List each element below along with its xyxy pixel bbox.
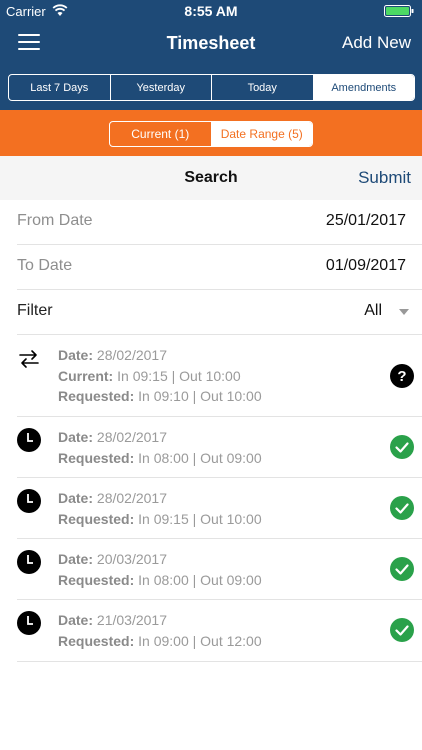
tab-today[interactable]: Today bbox=[212, 75, 314, 100]
status-bar: Carrier 8:55 AM bbox=[0, 0, 422, 22]
tab-yesterday[interactable]: Yesterday bbox=[111, 75, 212, 100]
item-details: Date: 28/02/2017 Requested: In 09:15 | O… bbox=[58, 488, 262, 529]
tab-amendments[interactable]: Amendments bbox=[313, 75, 414, 100]
to-date-value: 01/09/2017 bbox=[325, 257, 406, 274]
check-circle-icon bbox=[390, 618, 414, 642]
list-item[interactable]: Date: 21/03/2017 Requested: In 09:00 | O… bbox=[17, 600, 422, 662]
tab-last-7-days[interactable]: Last 7 Days bbox=[9, 75, 111, 100]
tab-bar: Last 7 Days Yesterday Today Amendments bbox=[8, 74, 415, 101]
check-circle-icon bbox=[390, 435, 414, 459]
filter-select[interactable]: Filter All bbox=[17, 290, 422, 335]
check-circle-icon bbox=[390, 496, 414, 520]
requested-label: Requested: bbox=[58, 571, 135, 588]
requested-label: Requested: bbox=[58, 632, 135, 649]
to-date-field[interactable]: To Date 01/09/2017 bbox=[17, 245, 422, 290]
swap-arrows-icon bbox=[19, 350, 39, 368]
requested-label: Requested: bbox=[58, 388, 135, 404]
item-details: Date: 28/02/2017 Requested: In 08:00 | O… bbox=[58, 427, 262, 468]
item-date: 28/02/2017 bbox=[93, 347, 167, 363]
item-date: 28/02/2017 bbox=[93, 490, 167, 506]
item-requested: In 09:15 | Out 10:00 bbox=[134, 510, 262, 527]
item-date: 21/03/2017 bbox=[93, 612, 167, 628]
clock-time: 8:55 AM bbox=[184, 3, 238, 19]
from-date-value: 25/01/2017 bbox=[325, 212, 406, 229]
date-label: Date: bbox=[58, 347, 94, 363]
question-icon: ? bbox=[390, 364, 414, 388]
requested-label: Requested: bbox=[58, 449, 135, 466]
item-current: In 09:15 | Out 10:00 bbox=[113, 367, 241, 384]
item-requested: In 09:00 | Out 12:00 bbox=[134, 632, 262, 649]
to-date-label: To Date bbox=[17, 257, 73, 274]
submit-button[interactable]: Submit bbox=[358, 168, 411, 188]
tab-bar-container: Last 7 Days Yesterday Today Amendments bbox=[0, 66, 422, 110]
requested-label: Requested: bbox=[58, 510, 135, 527]
from-date-label: From Date bbox=[17, 212, 93, 229]
add-new-button[interactable]: Add New bbox=[342, 33, 411, 53]
battery-icon bbox=[384, 5, 414, 17]
clock-icon bbox=[17, 611, 41, 635]
item-requested: In 09:10 | Out 10:00 bbox=[134, 388, 262, 404]
item-details: Date: 28/02/2017 Current: In 09:15 | Out… bbox=[58, 345, 262, 407]
filter-label: Filter bbox=[17, 302, 53, 319]
from-date-field[interactable]: From Date 25/01/2017 bbox=[17, 200, 422, 245]
amendment-filter-bar: Current (1) Date Range (5) bbox=[0, 110, 422, 156]
search-header: Search Submit bbox=[0, 156, 422, 200]
list-item[interactable]: Date: 20/03/2017 Requested: In 08:00 | O… bbox=[17, 539, 422, 600]
item-requested: In 08:00 | Out 09:00 bbox=[134, 571, 262, 588]
dropdown-caret-icon bbox=[399, 309, 409, 315]
segmented-control: Current (1) Date Range (5) bbox=[109, 121, 313, 147]
item-details: Date: 20/03/2017 Requested: In 08:00 | O… bbox=[58, 549, 262, 590]
check-circle-icon bbox=[390, 557, 414, 581]
clock-icon bbox=[17, 489, 41, 513]
item-requested: In 08:00 | Out 09:00 bbox=[134, 449, 262, 466]
item-date: 20/03/2017 bbox=[93, 551, 167, 567]
date-label: Date: bbox=[58, 429, 94, 445]
filter-value: All bbox=[364, 302, 382, 319]
clock-icon bbox=[17, 550, 41, 574]
date-label: Date: bbox=[58, 612, 94, 628]
current-label: Current: bbox=[58, 367, 114, 384]
item-details: Date: 21/03/2017 Requested: In 09:00 | O… bbox=[58, 610, 262, 651]
clock-icon bbox=[17, 428, 41, 452]
list-item[interactable]: Date: 28/02/2017 Requested: In 08:00 | O… bbox=[17, 417, 422, 478]
nav-bar: Timesheet Add New bbox=[0, 22, 422, 66]
list-item[interactable]: Date: 28/02/2017 Requested: In 09:15 | O… bbox=[17, 478, 422, 539]
item-date: 28/02/2017 bbox=[93, 429, 167, 445]
segment-current[interactable]: Current (1) bbox=[110, 122, 212, 146]
svg-text:?: ? bbox=[397, 368, 406, 385]
date-label: Date: bbox=[58, 551, 94, 567]
list-item[interactable]: Date: 28/02/2017 Current: In 09:15 | Out… bbox=[17, 335, 422, 417]
date-label: Date: bbox=[58, 490, 94, 506]
segment-date-range[interactable]: Date Range (5) bbox=[211, 122, 312, 146]
